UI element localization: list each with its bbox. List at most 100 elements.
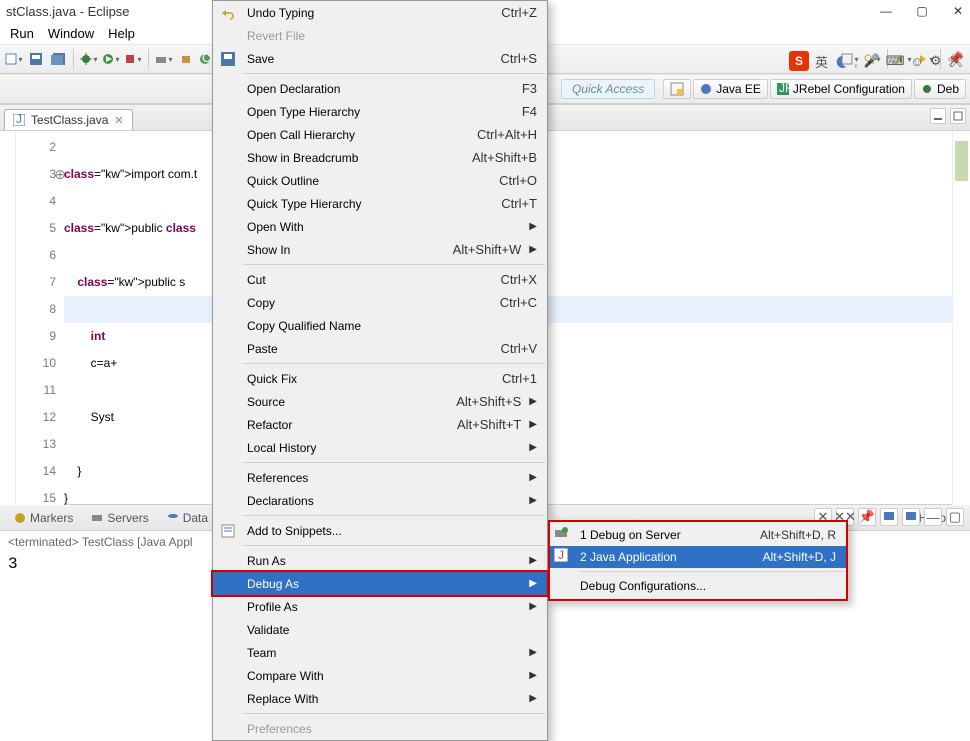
overview-ruler[interactable]	[952, 131, 970, 505]
ctx-item-shortcut: Ctrl+Alt+H	[477, 127, 537, 142]
panel-maximize-button[interactable]: ▢	[946, 508, 964, 526]
ctx-item-quick-type-hierarchy[interactable]: Quick Type HierarchyCtrl+T	[213, 192, 547, 215]
window-close-button[interactable]: ✕	[952, 5, 964, 17]
toolbar-new-server-button[interactable]	[154, 49, 174, 69]
ctx-item-save[interactable]: SaveCtrl+S	[213, 47, 547, 70]
toolbar-ext-tools-button[interactable]	[123, 49, 143, 69]
menu-window[interactable]: Window	[42, 24, 100, 43]
ime-moon-icon[interactable]	[834, 54, 848, 68]
submenu-item-java-application[interactable]: J2 Java ApplicationAlt+Shift+D, J	[550, 546, 846, 568]
ctx-item-label: Open Type Hierarchy	[247, 105, 522, 119]
perspective-debug[interactable]: Deb	[914, 79, 966, 99]
ctx-item-label: Revert File	[247, 29, 537, 43]
ctx-item-label: Open With	[247, 220, 521, 234]
ctx-item-show-in-breadcrumb[interactable]: Show in BreadcrumbAlt+Shift+B	[213, 146, 547, 169]
line-number-gutter[interactable]: 23⊕456789101112131415	[16, 131, 64, 505]
submenu-item-debug-on-server[interactable]: 1 Debug on ServerAlt+Shift+D, R	[550, 524, 846, 546]
editor-minimize-button[interactable]	[930, 108, 946, 124]
ctx-item-add-to-snippets[interactable]: Add to Snippets...	[213, 519, 547, 542]
submenu-arrow-icon: ▶	[529, 601, 537, 612]
panel-minimize-button[interactable]: —	[924, 508, 942, 526]
ctx-item-profile-as[interactable]: Profile As▶	[213, 595, 547, 618]
ctx-item-open-with[interactable]: Open With▶	[213, 215, 547, 238]
ctx-item-copy-qualified-name[interactable]: Copy Qualified Name	[213, 314, 547, 337]
toolbar-run-button[interactable]	[101, 49, 121, 69]
ctx-item-revert-file[interactable]: Revert File	[213, 24, 547, 47]
ctx-item-declarations[interactable]: Declarations▶	[213, 489, 547, 512]
ctx-item-shortcut: Ctrl+S	[501, 51, 537, 66]
console-pin-button[interactable]: 📌	[858, 508, 876, 526]
ime-mic-icon[interactable]: 🎤	[864, 53, 880, 69]
save-icon	[219, 50, 237, 68]
ctx-item-team[interactable]: Team▶	[213, 641, 547, 664]
ctx-item-copy[interactable]: CopyCtrl+C	[213, 291, 547, 314]
submenu-arrow-icon: ▶	[529, 670, 537, 681]
ctx-item-compare-with[interactable]: Compare With▶	[213, 664, 547, 687]
ime-keyboard-icon[interactable]: ⌨	[886, 53, 905, 69]
ctx-item-preferences[interactable]: Preferences	[213, 717, 547, 740]
debug-as-submenu[interactable]: 1 Debug on ServerAlt+Shift+D, RJ2 Java A…	[548, 520, 848, 601]
sogou-ime-icon[interactable]: S	[789, 51, 809, 71]
toolbar-new-button[interactable]	[4, 49, 24, 69]
console-new-button[interactable]	[902, 508, 920, 526]
ctx-item-open-call-hierarchy[interactable]: Open Call HierarchyCtrl+Alt+H	[213, 123, 547, 146]
ctx-item-debug-as[interactable]: Debug As▶	[211, 570, 549, 597]
ctx-item-cut[interactable]: CutCtrl+X	[213, 268, 547, 291]
ctx-item-show-in[interactable]: Show InAlt+Shift+W▶	[213, 238, 547, 261]
perspective-java-ee-label: Java EE	[716, 82, 761, 96]
editor-maximize-button[interactable]	[950, 108, 966, 124]
ctx-item-label: Debug As	[247, 577, 521, 591]
context-menu[interactable]: Undo TypingCtrl+Z Revert File SaveCtrl+S Op…	[212, 0, 548, 741]
submenu-debug-configurations[interactable]: Debug Configurations...	[550, 575, 846, 597]
menu-help[interactable]: Help	[102, 24, 141, 43]
undo-icon	[219, 4, 237, 22]
ctx-item-quick-outline[interactable]: Quick OutlineCtrl+O	[213, 169, 547, 192]
editor-tab-close-icon[interactable]: ✕	[114, 114, 123, 127]
ime-lang[interactable]: 英	[815, 52, 828, 71]
tab-markers[interactable]: Markers	[6, 508, 81, 528]
ctx-item-run-as[interactable]: Run As▶	[213, 549, 547, 572]
ctx-item-label: Show in Breadcrumb	[247, 151, 472, 165]
menu-run[interactable]: Run	[4, 24, 40, 43]
ctx-item-label: Paste	[247, 342, 501, 356]
ctx-item-label: Validate	[247, 623, 537, 637]
ctx-item-references[interactable]: References▶	[213, 466, 547, 489]
toolbar-new-package-button[interactable]	[176, 49, 196, 69]
ime-smile-icon[interactable]: ☺	[911, 54, 924, 69]
perspective-debug-label: Deb	[937, 82, 959, 96]
ctx-item-open-declaration[interactable]: Open DeclarationF3	[213, 77, 547, 100]
tab-servers[interactable]: Servers	[83, 508, 156, 528]
ctx-item-label: Quick Type Hierarchy	[247, 197, 501, 211]
ctx-item-validate[interactable]: Validate	[213, 618, 547, 641]
submenu-arrow-icon: ▶	[529, 442, 537, 453]
ctx-item-label: Show In	[247, 243, 453, 257]
console-display-button[interactable]	[880, 508, 898, 526]
ctx-item-label: Quick Outline	[247, 174, 499, 188]
ctx-item-open-type-hierarchy[interactable]: Open Type HierarchyF4	[213, 100, 547, 123]
ctx-item-paste[interactable]: PasteCtrl+V	[213, 337, 547, 360]
ctx-item-quick-fix[interactable]: Quick FixCtrl+1	[213, 367, 547, 390]
window-minimize-button[interactable]: —	[880, 5, 892, 17]
ctx-item-shortcut: Ctrl+1	[502, 371, 537, 386]
ime-tool-icon[interactable]: 🛠	[947, 53, 964, 69]
ctx-item-source[interactable]: SourceAlt+Shift+S▶	[213, 390, 547, 413]
toolbar-debug-button[interactable]	[79, 49, 99, 69]
ctx-item-local-history[interactable]: Local History▶	[213, 436, 547, 459]
ctx-item-label: Open Call Hierarchy	[247, 128, 477, 142]
ctx-item-undo-typing[interactable]: Undo TypingCtrl+Z	[213, 1, 547, 24]
toolbar-save-all-button[interactable]	[48, 49, 68, 69]
window-maximize-button[interactable]: ▢	[916, 5, 928, 17]
quick-access-field[interactable]: Quick Access	[561, 79, 655, 99]
ctx-item-shortcut: Ctrl+V	[501, 341, 537, 356]
open-perspective-button[interactable]	[663, 79, 691, 99]
editor-tab-testclass[interactable]: J TestClass.java ✕	[4, 109, 133, 130]
perspective-jrebel[interactable]: JR JRebel Configuration	[770, 79, 912, 99]
perspective-java-ee[interactable]: Java EE	[693, 79, 768, 99]
toolbar-save-button[interactable]	[26, 49, 46, 69]
ctx-item-label: References	[247, 471, 521, 485]
ctx-item-shortcut: Ctrl+C	[500, 295, 537, 310]
ctx-item-replace-with[interactable]: Replace With▶	[213, 687, 547, 710]
marker-ruler[interactable]	[0, 131, 16, 505]
ctx-item-refactor[interactable]: RefactorAlt+Shift+T▶	[213, 413, 547, 436]
ime-gear-icon[interactable]: ⚙	[930, 53, 942, 69]
